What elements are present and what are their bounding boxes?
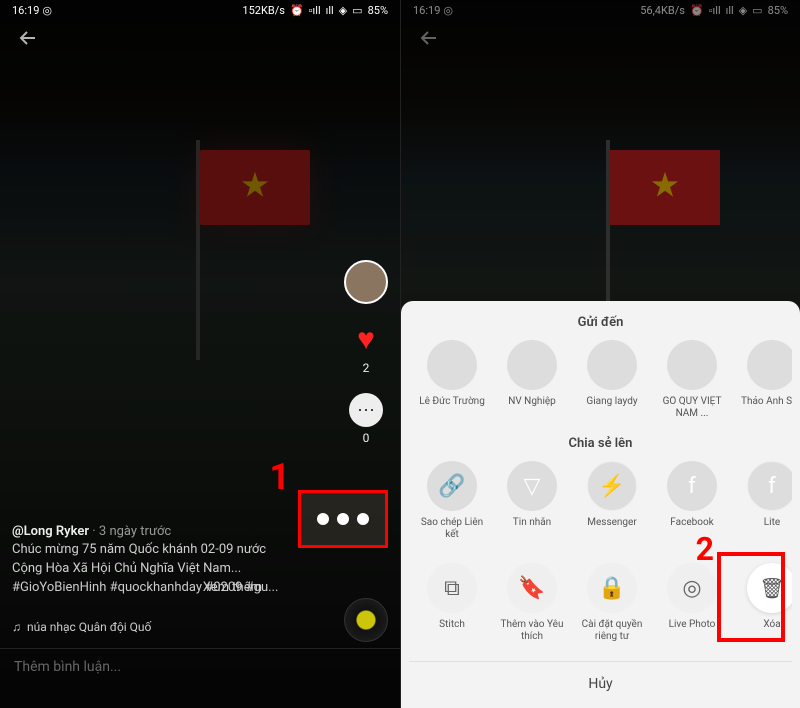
avatar bbox=[507, 340, 557, 390]
comment-input[interactable]: Thêm bình luận... bbox=[0, 648, 400, 708]
share-on-title: Chia sẻ lên bbox=[409, 436, 792, 451]
comment-button[interactable]: ⋯ bbox=[349, 393, 383, 427]
music-icon bbox=[12, 620, 21, 634]
action-icon: 🔖 bbox=[507, 563, 557, 613]
username[interactable]: @Long Ryker bbox=[12, 524, 89, 539]
avatar bbox=[667, 340, 717, 390]
left-screenshot: 16:19 ◎ 152KB/s ⏰ ▫ıll ıll ◈ ▭ 85% ♥ 2 ⋯… bbox=[0, 0, 400, 708]
right-screenshot: 16:19 ◎ 56,4KB/s ⏰ ▫ıll ıll ◈ ▭ 85% Gửi … bbox=[400, 0, 800, 708]
contact-chip[interactable]: GỖ QUÝ VIỆT NAM ... bbox=[659, 340, 725, 420]
avatar bbox=[747, 340, 792, 390]
callout-2: 2 bbox=[696, 530, 714, 568]
contact-name: Thảo Anh Súa bbox=[741, 396, 792, 408]
send-to-title: Gửi đến bbox=[409, 315, 792, 330]
like-count: 2 bbox=[363, 361, 370, 375]
share-chip[interactable]: f Lite bbox=[739, 461, 792, 541]
contact-chip[interactable]: Thảo Anh Súa bbox=[739, 340, 792, 420]
comment-placeholder: Thêm bình luận... bbox=[14, 659, 121, 675]
action-icon: ⧉ bbox=[427, 563, 477, 613]
action-chip[interactable]: ⧉ Stitch bbox=[419, 563, 485, 643]
share-name: Messenger bbox=[587, 517, 637, 529]
caption-text: Chúc mừng 75 năm Quốc khánh 02-09 nước C… bbox=[12, 542, 266, 576]
share-name: Sao chép Liên kết bbox=[419, 517, 485, 541]
contacts-row: Lê Đức Trường NV Nghiệp Giang laydy GỖ QUÝ … bbox=[409, 340, 792, 436]
battery-pct: 85% bbox=[368, 4, 388, 17]
action-icon: ◎ bbox=[667, 563, 717, 613]
cancel-button[interactable]: Hủy bbox=[409, 661, 792, 698]
share-name: Tin nhắn bbox=[513, 517, 551, 529]
comment-count: 0 bbox=[363, 431, 370, 445]
action-chip[interactable]: 🔒 Cài đặt quyền riêng tư bbox=[579, 563, 645, 643]
contact-name: NV Nghiệp bbox=[508, 396, 556, 408]
see-more-button[interactable]: Xem thêm bbox=[203, 579, 262, 598]
share-icon: 🔗 bbox=[427, 461, 477, 511]
status-bar: 16:19 ◎ 152KB/s ⏰ ▫ıll ıll ◈ ▭ 85% bbox=[0, 0, 400, 20]
like-button[interactable]: ♥ bbox=[357, 322, 375, 357]
contact-chip[interactable]: NV Nghiệp bbox=[499, 340, 565, 420]
share-name: Facebook bbox=[670, 517, 713, 529]
action-icon: 🔒 bbox=[587, 563, 637, 613]
share-icon: ▽ bbox=[507, 461, 557, 511]
contact-name: GỖ QUÝ VIỆT NAM ... bbox=[659, 396, 725, 420]
avatar bbox=[587, 340, 637, 390]
music-row[interactable]: núa nhạc Quân đội Quố bbox=[12, 620, 151, 634]
status-netspeed: 152KB/s bbox=[242, 4, 285, 17]
music-title: núa nhạc Quân đội Quố bbox=[27, 620, 151, 634]
share-icon: ⚡ bbox=[587, 461, 637, 511]
post-time: 3 ngày trước bbox=[99, 524, 171, 539]
signal-icon-2: ıll bbox=[326, 4, 334, 17]
share-chip[interactable]: ▽ Tin nhắn bbox=[499, 461, 565, 541]
delete-highlight bbox=[717, 552, 785, 642]
share-name: Lite bbox=[764, 517, 780, 529]
action-name: Thêm vào Yêu thích bbox=[499, 619, 565, 643]
alarm-icon: ⏰ bbox=[290, 4, 304, 17]
contact-chip[interactable]: Giang laydy bbox=[579, 340, 645, 420]
video-caption: @Long Ryker · 3 ngày trước Chúc mừng 75 … bbox=[12, 523, 280, 598]
share-chip[interactable]: ⚡ Messenger bbox=[579, 461, 645, 541]
action-name: Live Photo bbox=[669, 619, 716, 631]
dim-overlay bbox=[0, 0, 400, 708]
share-sheet: Gửi đến Lê Đức Trường NV Nghiệp Giang layd… bbox=[401, 301, 800, 708]
share-chip[interactable]: f Facebook bbox=[659, 461, 725, 541]
share-row: 🔗 Sao chép Liên kết ▽ Tin nhắn ⚡ Messenger f Fa… bbox=[409, 461, 792, 557]
action-name: Cài đặt quyền riêng tư bbox=[579, 619, 645, 643]
action-rail: ♥ 2 ⋯ 0 bbox=[344, 260, 388, 445]
share-icon: f bbox=[747, 461, 792, 511]
profile-avatar[interactable] bbox=[344, 260, 388, 304]
wifi-icon: ◈ bbox=[339, 4, 347, 17]
music-disc[interactable] bbox=[344, 598, 388, 642]
avatar bbox=[427, 340, 477, 390]
status-time: 16:19 bbox=[12, 4, 39, 17]
share-icon: f bbox=[667, 461, 717, 511]
signal-icon: ▫ıll bbox=[309, 4, 321, 17]
more-icon bbox=[317, 513, 369, 525]
more-button[interactable] bbox=[298, 490, 388, 548]
share-chip[interactable]: 🔗 Sao chép Liên kết bbox=[419, 461, 485, 541]
contact-chip[interactable]: Lê Đức Trường bbox=[419, 340, 485, 420]
battery-icon: ▭ bbox=[352, 4, 362, 17]
action-chip[interactable]: 🔖 Thêm vào Yêu thích bbox=[499, 563, 565, 643]
action-name: Stitch bbox=[439, 619, 465, 631]
callout-1: 1 bbox=[269, 456, 290, 498]
action-chip[interactable]: ◎ Live Photo bbox=[659, 563, 725, 643]
contact-name: Lê Đức Trường bbox=[419, 396, 485, 408]
contact-name: Giang laydy bbox=[586, 396, 637, 408]
chrome-icon: ◎ bbox=[42, 4, 52, 17]
back-icon[interactable] bbox=[16, 26, 40, 54]
